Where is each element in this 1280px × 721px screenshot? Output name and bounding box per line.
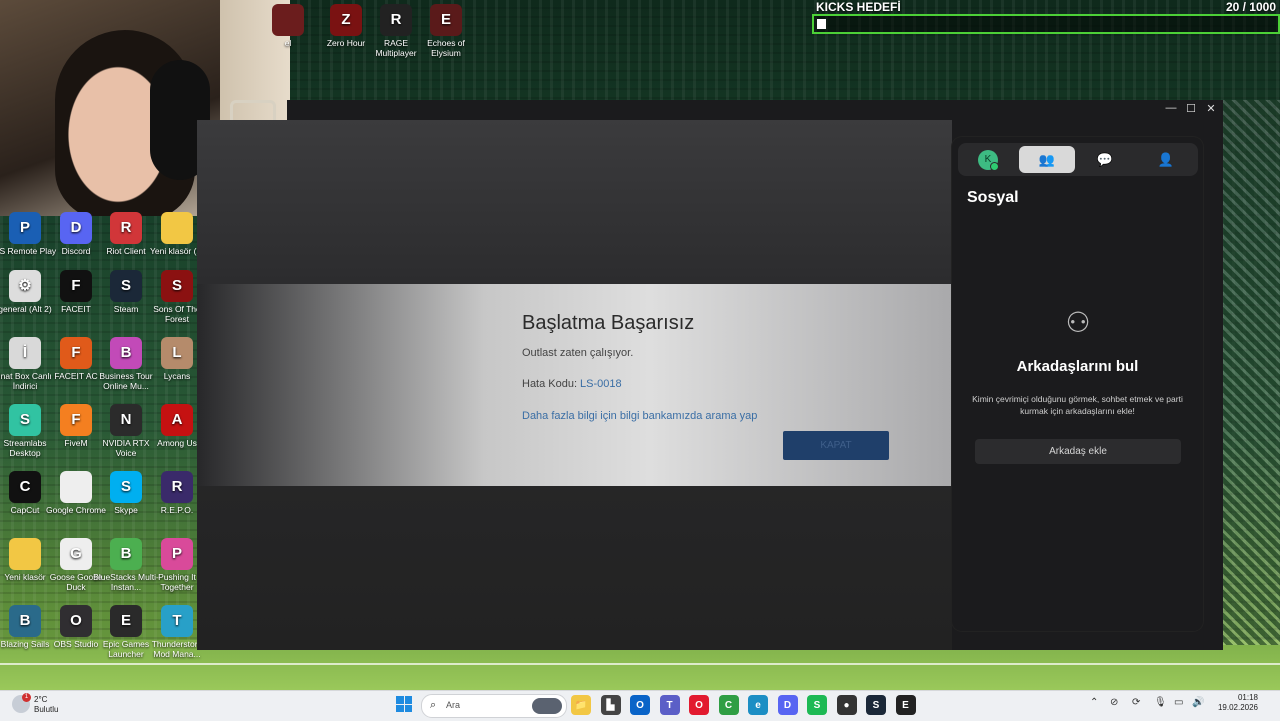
app-icon: N <box>110 404 142 436</box>
app-icon: L <box>161 337 193 369</box>
knowledge-base-link[interactable]: Daha fazla bilgi için bilgi bankamızda a… <box>522 410 757 422</box>
app-icon <box>9 538 41 570</box>
kicks-goal-fill <box>817 19 826 29</box>
chat-icon: 💬 <box>1096 151 1114 167</box>
tab-chat[interactable]: 💬 <box>1077 146 1133 173</box>
desktop-icon[interactable]: el <box>255 4 321 48</box>
wallpaper-crowd <box>1222 100 1280 645</box>
app-icon: S <box>161 270 193 302</box>
start-button[interactable] <box>396 696 412 712</box>
error-code-label: Hata Kodu: <box>522 378 578 390</box>
find-friends-icon: ⚇ <box>1065 307 1091 338</box>
kicks-goal-title: KICKS HEDEFİ <box>816 0 901 14</box>
tab-friends[interactable]: 👥 <box>1019 146 1075 173</box>
app-icon: T <box>161 605 193 637</box>
app-icon: D <box>60 212 92 244</box>
search-icon: ⌕ <box>430 699 437 711</box>
friends-icon: 👥 <box>1038 151 1056 167</box>
app-icon: B <box>9 605 41 637</box>
find-friends-description: Kimin çevrimiçi olduğunu görmek, sohbet … <box>972 394 1183 416</box>
app-icon: R <box>380 4 412 36</box>
app-icon: E <box>110 605 142 637</box>
taskbar-outlook-icon[interactable]: O <box>630 695 650 715</box>
desktop-icon-label: el <box>284 38 292 48</box>
taskbar-file-explorer-icon[interactable]: 📁 <box>571 695 591 715</box>
microphone-icon[interactable]: 🎙 <box>1154 697 1167 708</box>
avatar-icon: K <box>978 149 999 171</box>
minimize-button[interactable]: — <box>1162 102 1180 114</box>
desktop-icon-label: Echoes of Elysium <box>427 38 465 58</box>
taskbar-edge-icon[interactable]: e <box>748 695 768 715</box>
taskbar-spotify-icon[interactable]: S <box>807 695 827 715</box>
app-icon: A <box>161 404 193 436</box>
app-icon: F <box>60 337 92 369</box>
taskbar-app-2-icon[interactable]: ● <box>836 695 857 715</box>
weather-widget[interactable]: 1 2°C Bulutlu <box>12 693 72 717</box>
taskbar-teams-icon[interactable]: T <box>659 695 680 715</box>
social-panel <box>952 137 1203 631</box>
social-title: Sosyal <box>967 189 1019 206</box>
weather-temperature: 2°C <box>34 695 48 704</box>
clock[interactable]: 01:18 19.02.2026 <box>1210 693 1258 713</box>
close-button[interactable]: ✕ <box>1202 102 1220 115</box>
add-friend-icon: 👤 <box>1157 151 1175 167</box>
wallpaper-pitch-line <box>0 663 1280 665</box>
taskbar-epic-icon[interactable]: E <box>895 695 916 715</box>
clock-time: 01:18 <box>1237 693 1258 702</box>
app-icon: P <box>9 212 41 244</box>
app-icon <box>60 471 92 503</box>
kicks-goal-bar <box>812 14 1280 34</box>
error-dialog-message: Outlast zaten çalışıyor. <box>522 347 634 359</box>
kicks-goal-widget: KICKS HEDEFİ 20 / 1000 <box>812 0 1280 34</box>
app-icon: R <box>161 471 193 503</box>
app-icon: S <box>9 404 41 436</box>
kicks-goal-count: 20 / 1000 <box>1225 0 1276 14</box>
find-friends-title: Arkadaşlarını bul <box>1016 358 1139 375</box>
app-icon: G <box>60 538 92 570</box>
tab-add-friend[interactable]: 👤 <box>1138 146 1194 173</box>
error-dialog-title: Başlatma Başarısız <box>522 312 695 334</box>
app-icon: S <box>110 471 142 503</box>
taskbar-app-1-icon[interactable]: ▙ <box>600 695 621 715</box>
error-code-link[interactable]: LS-0018 <box>580 378 622 390</box>
taskbar-chrome-icon[interactable]: C <box>718 695 739 715</box>
taskbar-steam-icon[interactable]: S <box>866 695 886 715</box>
volume-icon[interactable]: 🔊 <box>1192 697 1204 708</box>
taskbar-search[interactable]: ⌕ Ara <box>421 694 567 718</box>
add-friend-button[interactable]: Arkadaş ekle <box>975 439 1181 464</box>
display-icon[interactable]: ▭ <box>1174 697 1183 708</box>
app-icon: F <box>60 270 92 302</box>
app-icon: Z <box>330 4 362 36</box>
tab-profile[interactable]: K <box>960 146 1016 173</box>
app-icon: ⚙ <box>9 270 41 302</box>
app-icon: S <box>110 270 142 302</box>
close-dialog-button[interactable]: KAPAT <box>783 431 889 460</box>
maximize-button[interactable]: ☐ <box>1182 102 1200 115</box>
app-icon: E <box>430 4 462 36</box>
app-icon: F <box>60 404 92 436</box>
app-icon: R <box>110 212 142 244</box>
app-icon: İ <box>9 337 41 369</box>
sync-icon[interactable]: ⟳ <box>1132 697 1140 708</box>
desktop-icon[interactable]: E Echoes of Elysium <box>413 4 479 58</box>
app-icon <box>161 212 193 244</box>
taskbar-discord-icon[interactable]: D <box>777 695 798 715</box>
app-icon <box>272 4 304 36</box>
chevron-up-icon[interactable]: ⌃ <box>1090 697 1098 708</box>
search-highlight-image <box>532 698 562 714</box>
app-icon: B <box>110 337 142 369</box>
search-placeholder: Ara <box>446 700 461 710</box>
app-icon: P <box>161 538 193 570</box>
clock-date: 19.02.2026 <box>1217 703 1258 712</box>
notification-badge: 1 <box>22 693 31 702</box>
online-status-dot <box>990 161 999 171</box>
taskbar-opera-icon[interactable]: O <box>689 695 709 715</box>
app-icon: B <box>110 538 142 570</box>
network-icon[interactable]: ⊘ <box>1110 697 1118 708</box>
app-icon: C <box>9 471 41 503</box>
app-icon: O <box>60 605 92 637</box>
weather-condition: Bulutlu <box>34 705 59 714</box>
